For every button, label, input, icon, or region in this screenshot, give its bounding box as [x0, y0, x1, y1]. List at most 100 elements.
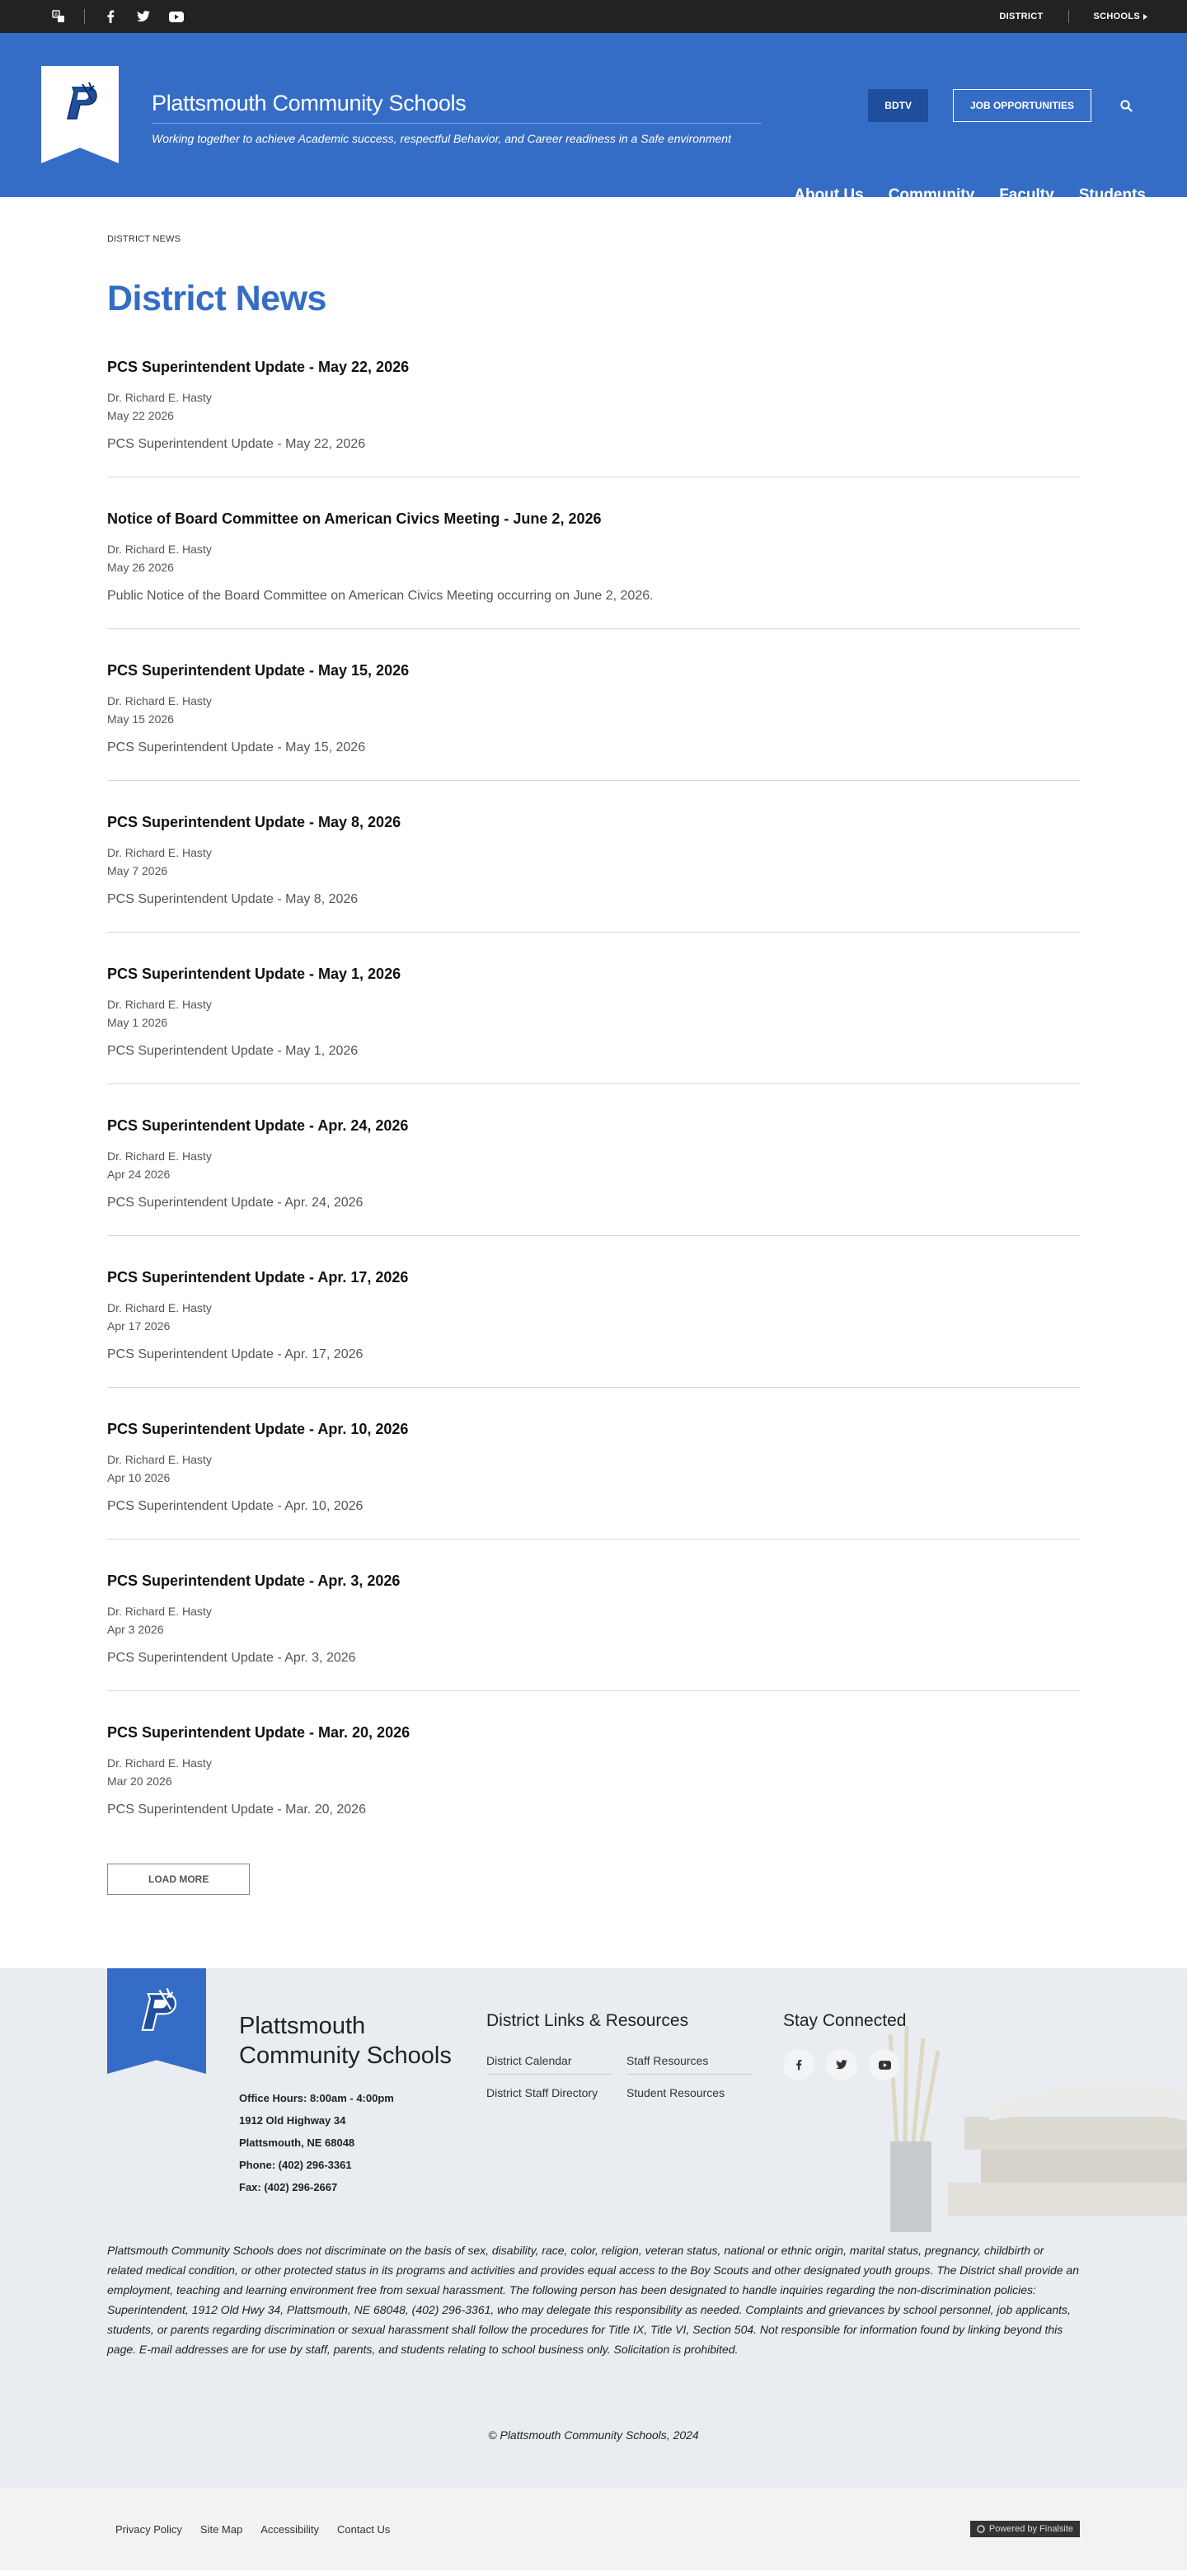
phone-number[interactable]: Phone: (402) 296-3361 [239, 2154, 453, 2176]
page-title: District News [107, 279, 326, 318]
trident-p-logo-icon [67, 82, 97, 120]
news-date: Apr 17 2026 [107, 1319, 171, 1333]
link-district-staff-directory[interactable]: District Staff Directory [486, 2081, 612, 2106]
site-footer: Plattsmouth Community Schools Office Hou… [0, 1968, 1187, 2488]
powered-by-label: Powered by Finalsite [988, 2524, 1073, 2534]
news-item[interactable]: PCS Superintendent Update - Apr. 3, 2026… [107, 1572, 1080, 1691]
non-discrimination-notice: Plattsmouth Community Schools does not d… [107, 2244, 1079, 2356]
bottom-bar: Privacy Policy Site Map Accessibility Co… [0, 2488, 1187, 2570]
link-student-resources[interactable]: Student Resources [626, 2081, 752, 2106]
load-more-button[interactable]: LOAD MORE [107, 1864, 251, 1895]
school-tagline: Working together to achieve Academic suc… [152, 132, 731, 145]
footer-logo[interactable] [107, 1968, 206, 2074]
news-summary: PCS Superintendent Update - May 15, 2026 [107, 740, 366, 754]
news-summary: PCS Superintendent Update - Apr. 10, 202… [107, 1499, 364, 1513]
news-summary: PCS Superintendent Update - May 22, 2026 [107, 437, 366, 451]
news-summary: Public Notice of the Board Committee on … [107, 589, 654, 603]
twitter-icon[interactable] [826, 2049, 857, 2080]
news-title[interactable]: PCS Superintendent Update - May 8, 2026 [107, 814, 1080, 831]
news-author: Dr. Richard E. Hasty [107, 1756, 212, 1770]
nav-item-faculty[interactable]: Faculty [999, 186, 1054, 204]
bdtv-button[interactable]: BDTV [868, 89, 928, 122]
news-author: Dr. Richard E. Hasty [107, 391, 212, 404]
news-author: Dr. Richard E. Hasty [107, 1301, 212, 1314]
facebook-icon[interactable] [103, 9, 118, 24]
news-item[interactable]: PCS Superintendent Update - Mar. 20, 202… [107, 1724, 1080, 1842]
news-item[interactable]: PCS Superintendent Update - May 1, 2026 … [107, 966, 1080, 1084]
news-author: Dr. Richard E. Hasty [107, 694, 212, 707]
finalsite-icon [977, 2525, 985, 2533]
news-date: May 22 2026 [107, 409, 174, 422]
district-link[interactable]: DISTRICT [999, 12, 1043, 21]
nav-item-community[interactable]: Community [889, 186, 975, 204]
nav-item-students[interactable]: Students [1079, 186, 1146, 204]
main-content: DISTRICT NEWS District News PCS Superint… [0, 197, 1187, 1895]
news-date: Apr 24 2026 [107, 1168, 171, 1181]
trident-p-logo-icon [141, 1987, 176, 2031]
news-title[interactable]: PCS Superintendent Update - Apr. 17, 202… [107, 1269, 1080, 1286]
news-item[interactable]: PCS Superintendent Update - Apr. 24, 202… [107, 1117, 1080, 1236]
news-title[interactable]: PCS Superintendent Update - Apr. 24, 202… [107, 1117, 1080, 1135]
news-title[interactable]: PCS Superintendent Update - May 15, 2026 [107, 662, 1080, 679]
breadcrumb[interactable]: DISTRICT NEWS [107, 234, 1080, 244]
facebook-icon[interactable] [783, 2049, 814, 2080]
twitter-icon[interactable] [136, 9, 151, 24]
search-icon[interactable] [1116, 96, 1136, 115]
job-opportunities-button[interactable]: JOB OPPORTUNITIES [952, 89, 1091, 122]
news-date: May 26 2026 [107, 561, 174, 574]
news-title[interactable]: PCS Superintendent Update - May 1, 2026 [107, 966, 1080, 983]
utility-divider [84, 9, 85, 24]
footer-contact: Plattsmouth Community Schools Office Hou… [239, 2011, 453, 2198]
schools-dropdown[interactable]: SCHOOLS [1094, 12, 1147, 21]
news-title[interactable]: PCS Superintendent Update - Apr. 10, 202… [107, 1421, 1080, 1438]
site-header: Plattsmouth Community Schools Working to… [0, 33, 1187, 204]
news-item[interactable]: Notice of Board Committee on American Ci… [107, 510, 1080, 629]
brand-block: Plattsmouth Community Schools Working to… [152, 91, 762, 145]
news-item[interactable]: PCS Superintendent Update - May 15, 2026… [107, 662, 1080, 781]
translate-icon[interactable]: A [51, 9, 66, 24]
footer-contact-info: Office Hours: 8:00am - 4:00pm 1912 Old H… [239, 2087, 453, 2198]
news-author: Dr. Richard E. Hasty [107, 846, 212, 859]
news-summary: PCS Superintendent Update - Apr. 3, 2026 [107, 1651, 356, 1665]
privacy-policy-link[interactable]: Privacy Policy [115, 2523, 182, 2536]
office-hours: Office Hours: 8:00am - 4:00pm [239, 2092, 394, 2104]
utility-divider [1067, 10, 1069, 23]
main-nav: About Us Community Faculty Students [794, 186, 1146, 204]
contact-us-link[interactable]: Contact Us [337, 2523, 390, 2536]
accessibility-link[interactable]: Accessibility [260, 2523, 319, 2536]
news-date: Mar 20 2026 [107, 1775, 172, 1788]
youtube-icon[interactable] [169, 9, 184, 24]
utility-icons: A [51, 9, 202, 24]
copyright: © Plattsmouth Community Schools, 2024 [488, 2428, 699, 2442]
news-author: Dr. Richard E. Hasty [107, 1149, 212, 1163]
address-line-1: 1912 Old Highway 34 [239, 2114, 346, 2127]
news-item[interactable]: PCS Superintendent Update - Apr. 10, 202… [107, 1421, 1080, 1539]
powered-by-badge[interactable]: Powered by Finalsite [969, 2521, 1080, 2537]
footer-links-heading: District Links & Resources [486, 2011, 689, 2030]
youtube-icon[interactable] [869, 2049, 900, 2080]
news-item[interactable]: PCS Superintendent Update - May 8, 2026 … [107, 814, 1080, 933]
school-name[interactable]: Plattsmouth Community Schools [152, 91, 762, 124]
news-title[interactable]: PCS Superintendent Update - May 22, 2026 [107, 359, 1080, 376]
footer-school-name: Plattsmouth Community Schools [239, 2013, 452, 2069]
news-title[interactable]: PCS Superintendent Update - Apr. 3, 2026 [107, 1572, 1080, 1590]
news-item[interactable]: PCS Superintendent Update - Apr. 17, 202… [107, 1269, 1080, 1388]
news-author: Dr. Richard E. Hasty [107, 998, 212, 1011]
news-title[interactable]: Notice of Board Committee on American Ci… [107, 510, 1080, 528]
address-line-2: Plattsmouth, NE 68048 [239, 2136, 355, 2149]
link-staff-resources[interactable]: Staff Resources [626, 2049, 752, 2075]
link-district-calendar[interactable]: District Calendar [486, 2049, 612, 2075]
news-date: May 1 2026 [107, 1016, 168, 1029]
site-map-link[interactable]: Site Map [200, 2523, 242, 2536]
news-title[interactable]: PCS Superintendent Update - Mar. 20, 202… [107, 1724, 1080, 1742]
news-summary: PCS Superintendent Update - Apr. 17, 202… [107, 1347, 364, 1361]
news-summary: PCS Superintendent Update - May 8, 2026 [107, 892, 359, 906]
news-summary: PCS Superintendent Update - Apr. 24, 202… [107, 1196, 364, 1210]
school-logo[interactable] [41, 66, 119, 163]
news-date: Apr 10 2026 [107, 1471, 171, 1484]
stay-connected-section: Stay Connected [783, 2011, 906, 2080]
bottom-links: Privacy Policy Site Map Accessibility Co… [115, 2523, 390, 2536]
nav-item-about-us[interactable]: About Us [794, 186, 863, 204]
news-item[interactable]: PCS Superintendent Update - May 22, 2026… [107, 359, 1080, 477]
news-author: Dr. Richard E. Hasty [107, 1453, 212, 1466]
